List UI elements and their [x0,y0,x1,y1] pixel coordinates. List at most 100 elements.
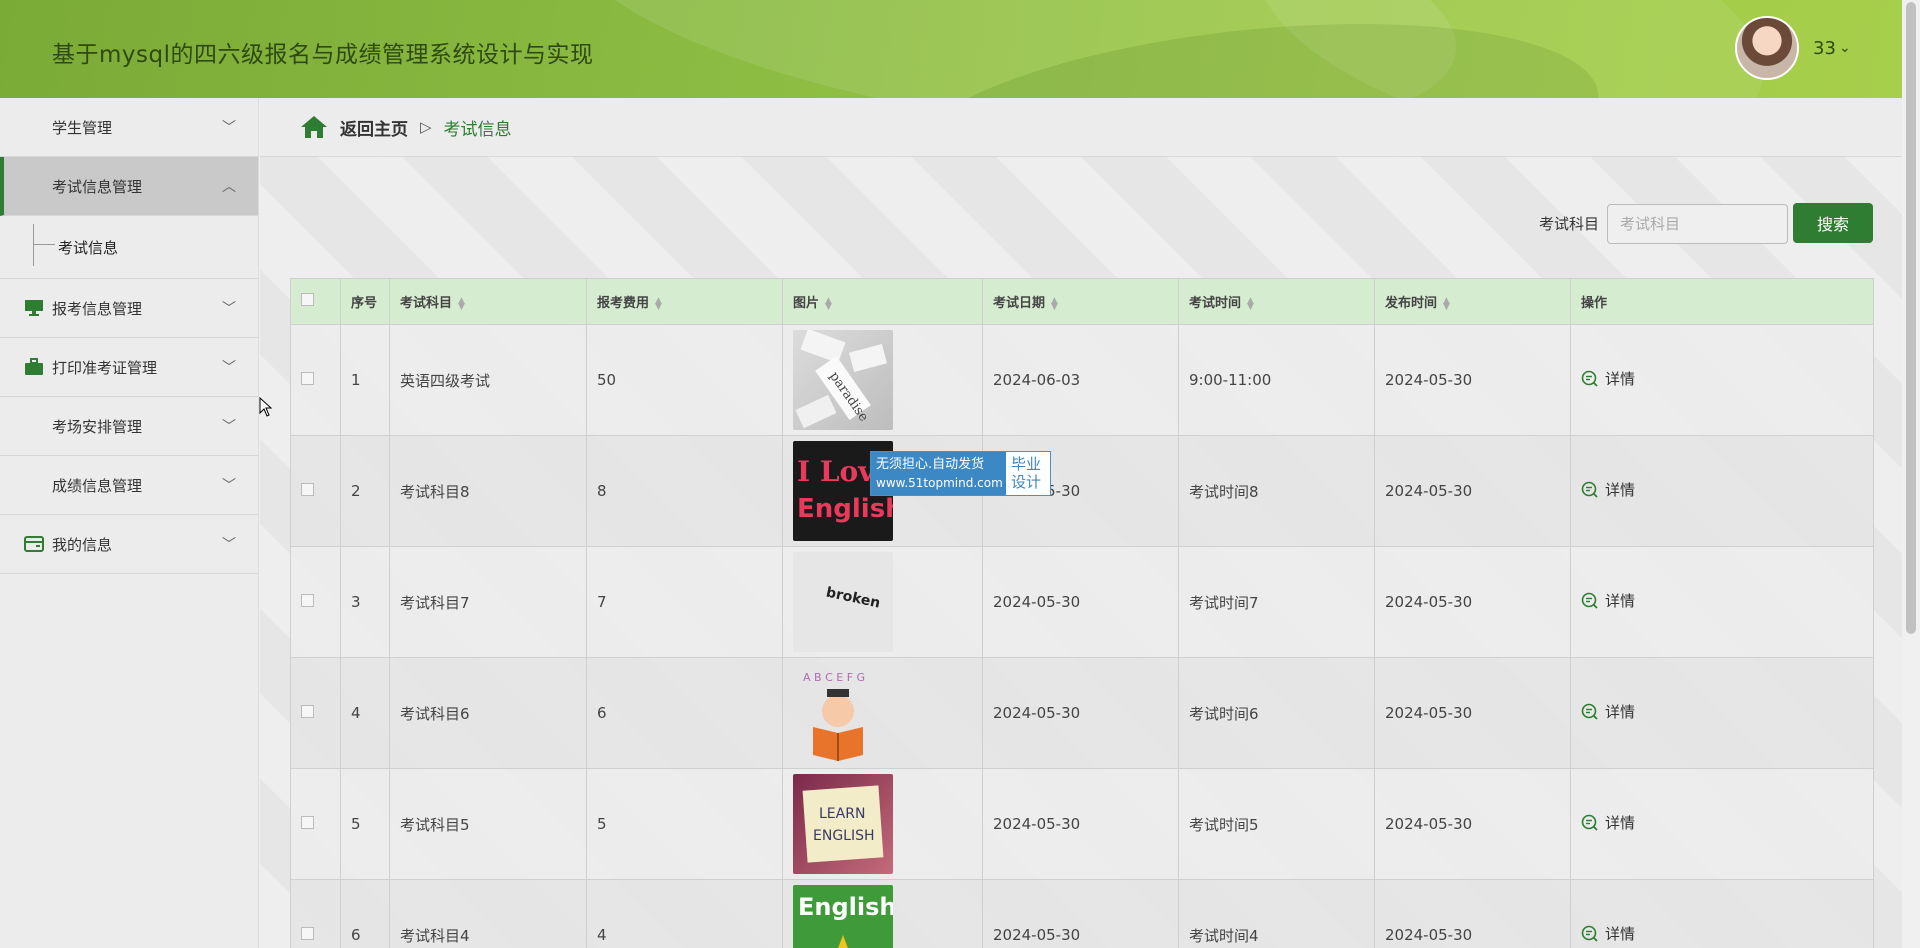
sidebar-item-exam-info[interactable]: 考试信息管理 ︿ [0,157,258,216]
watermark-line: 无须担心.自动发货 [876,457,985,472]
cell-index: 2 [340,435,390,547]
avatar[interactable] [1735,16,1799,80]
row-checkbox[interactable] [301,927,314,940]
row-checkbox[interactable] [301,483,314,496]
sort-icon[interactable]: ▲ ▼ [1443,296,1450,311]
column-header[interactable]: 考试科目 ▲ ▼ [389,278,587,325]
cell-date: 2024-05-30 [982,546,1179,658]
breadcrumb-current: 考试信息 [443,119,512,140]
sidebar-item-label: 考场安排管理 [52,417,143,436]
watermark-banner[interactable]: 无须担心.自动发货 www.51topmind.com 毕业 设计 [870,451,1051,496]
select-all-checkbox[interactable] [301,293,314,306]
column-header[interactable]: 考试时间 ▲ ▼ [1178,278,1375,325]
column-header[interactable]: 发布时间 ▲ ▼ [1374,278,1571,325]
row-image[interactable]: A B C E F G [793,663,893,763]
row-image[interactable]: broken [793,552,893,652]
sort-icon[interactable]: ▲ ▼ [1247,296,1254,311]
cell-index: 3 [340,546,390,658]
sidebar-item-label: 学生管理 [52,118,113,137]
breadcrumb-home-link[interactable]: 返回主页 [340,115,408,140]
cell-subject: 英语四级考试 [389,324,587,436]
sidebar-item-label: 考试信息管理 [52,177,143,196]
cell-time: 考试时间6 [1178,657,1375,769]
detail-button[interactable]: 详情 [1581,701,1635,722]
column-header[interactable]: 报考费用 ▲ ▼ [586,278,783,325]
sort-icon[interactable]: ▲ ▼ [1051,296,1058,311]
scrollbar-thumb[interactable] [1906,2,1916,634]
sidebar-item-my-info[interactable]: 我的信息 ﹀ [0,515,258,574]
cell-fee: 50 [586,324,783,436]
cell-index: 1 [340,324,390,436]
column-header: 操作 [1570,278,1874,325]
sort-icon[interactable]: ▲ ▼ [458,296,465,311]
detail-label: 详情 [1605,592,1636,611]
row-image[interactable]: LEARN ENGLISH [793,774,893,874]
grid-icon [24,118,44,136]
sidebar-item-admission-ticket[interactable]: 打印准考证管理 ﹀ [0,338,258,397]
table-row: 1 英语四级考试 50 paradise 2024-06-03 9:00-11:… [290,324,1874,436]
card-icon [24,535,44,553]
detail-label: 详情 [1605,481,1636,500]
table-row: 5 考试科目5 5 LEARN ENGLISH 2024-05-30 考试时间5 … [290,768,1874,880]
briefcase-icon [24,358,44,376]
exam-table: 序号 考试科目 ▲ ▼ 报考费用 ▲ ▼ 图片 ▲ ▼ 考试日期 ▲ ▼ 考试时间 ▲ ▼ 发布时间… [290,278,1874,948]
sidebar-item-students[interactable]: 学生管理 ﹀ [0,98,258,157]
cell-fee: 5 [586,768,783,880]
sidebar-subitem-exam-info[interactable]: 考试信息 [0,216,258,279]
sort-icon[interactable]: ▲ ▼ [655,296,662,311]
search-input[interactable] [1607,204,1788,244]
page-scrollbar[interactable] [1902,0,1920,948]
cell-published: 2024-05-30 [1374,435,1571,547]
table-row: 4 考试科目6 6 A B C E F G 2024-05-30 考试时间6 2… [290,657,1874,769]
app-title: 基于mysql的四六级报名与成绩管理系统设计与实现 [52,42,594,68]
cell-published: 2024-05-30 [1374,879,1571,948]
user-name[interactable]: 33 [1813,38,1836,59]
mouse-cursor-icon [259,397,273,417]
watermark-url: www.51topmind.com [876,476,1003,490]
detail-button[interactable]: 详情 [1581,812,1635,833]
cell-subject: 考试科目4 [389,879,587,948]
chevron-up-icon: ︿ [222,179,236,195]
row-checkbox[interactable] [301,816,314,829]
detail-label: 详情 [1605,703,1636,722]
watermark-side-line: 设计 [1011,473,1042,491]
column-header[interactable]: 图片 ▲ ▼ [782,278,983,325]
grid-icon [24,417,44,435]
detail-button[interactable]: 详情 [1581,590,1635,611]
cell-index: 6 [340,879,390,948]
top-header: 基于mysql的四六级报名与成绩管理系统设计与实现 33 ⌄ [0,0,1902,98]
home-icon[interactable] [300,115,328,139]
search-button[interactable]: 搜索 [1793,203,1873,243]
sidebar-item-label: 打印准考证管理 [52,358,158,377]
tree-line [33,224,34,266]
row-image[interactable]: paradise [793,330,893,430]
english-green-image: English [798,893,893,948]
row-checkbox[interactable] [301,372,314,385]
row-image[interactable]: English [793,885,893,948]
chevron-down-icon: ﹀ [222,419,236,435]
row-checkbox[interactable] [301,705,314,718]
sidebar-item-exam-room[interactable]: 考场安排管理 ﹀ [0,397,258,456]
chevron-down-icon: ﹀ [222,360,236,376]
column-header[interactable]: 考试日期 ▲ ▼ [982,278,1179,325]
cell-fee: 7 [586,546,783,658]
sidebar-item-scores[interactable]: 成绩信息管理 ﹀ [0,456,258,515]
cell-index: 4 [340,657,390,769]
watermark-text: 无须担心.自动发货 www.51topmind.com [871,452,1006,495]
main-content: 返回主页 ▷ 考试信息 考试科目 搜索 序号 考试科目 ▲▼ 报考费用 ▲▼ 图片 ▲… [260,98,1902,948]
detail-icon [1581,703,1598,720]
row-checkbox[interactable] [301,594,314,607]
sidebar-item-registration[interactable]: 报考信息管理 ﹀ [0,279,258,338]
table-row: 6 考试科目4 4 English 2024-05-30 考试时间4 2024-… [290,879,1874,948]
cell-time: 9:00-11:00 [1178,324,1375,436]
watermark-side: 毕业 设计 [1006,452,1050,495]
chevron-down-icon[interactable]: ⌄ [1839,40,1851,56]
sort-icon[interactable]: ▲ ▼ [825,296,832,311]
cell-published: 2024-05-30 [1374,657,1571,769]
detail-button[interactable]: 详情 [1581,479,1635,500]
sidebar-subitem-label: 考试信息 [58,238,119,257]
detail-button[interactable]: 详情 [1581,368,1635,389]
cell-fee: 8 [586,435,783,547]
detail-button[interactable]: 详情 [1581,923,1635,944]
thumb-text: broken [825,585,882,612]
